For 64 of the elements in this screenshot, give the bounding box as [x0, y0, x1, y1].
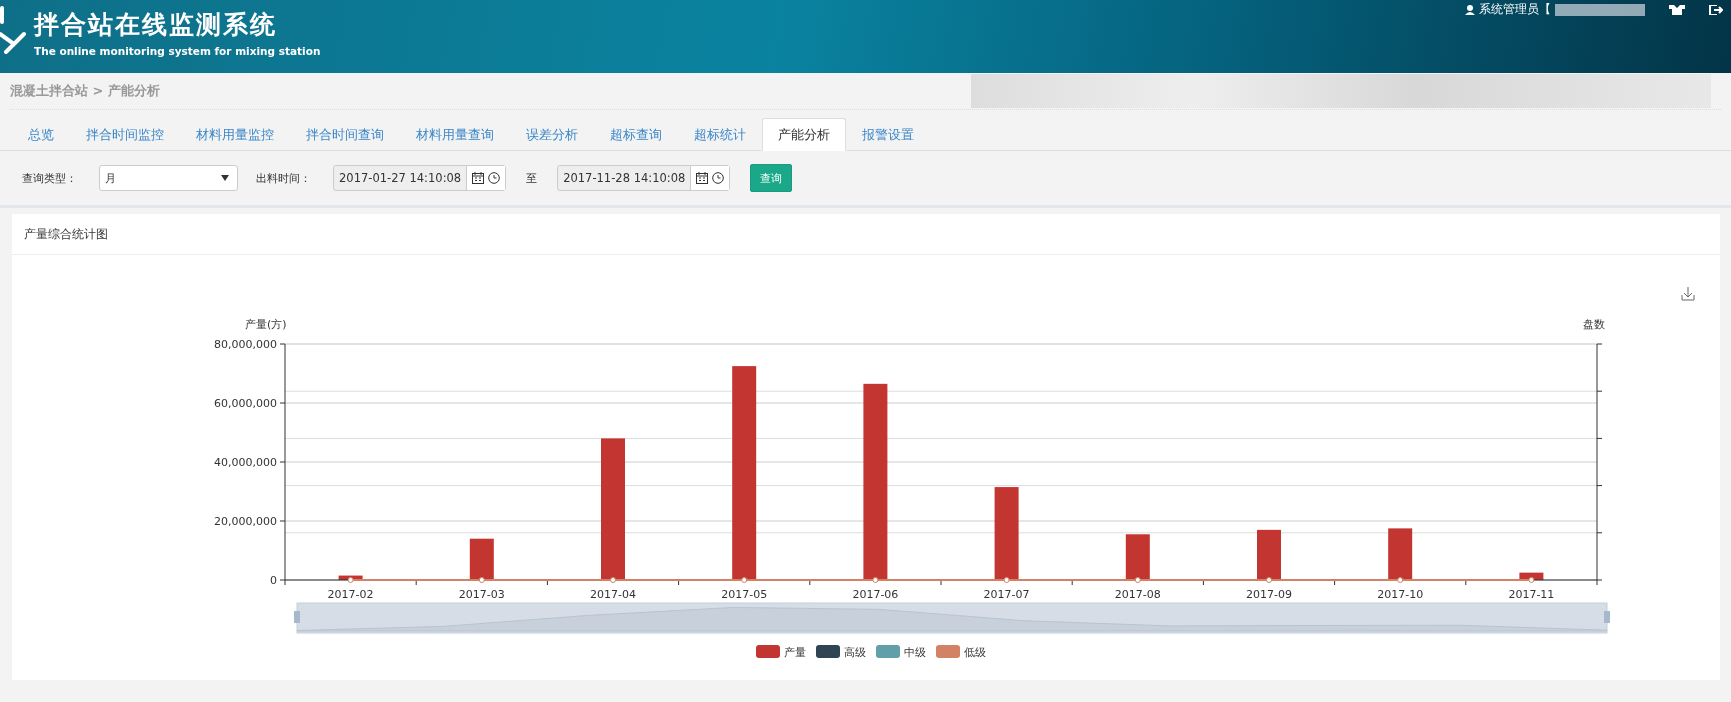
user-icon [1465, 4, 1475, 15]
nav-tab[interactable]: 材料用量查询 [400, 118, 510, 151]
bar [1257, 529, 1281, 580]
y-tick-label: 80,000,000 [214, 338, 277, 351]
user-label: 系统管理员【 [1479, 1, 1551, 18]
panel-title: 产量综合统计图 [12, 214, 1720, 255]
shirt-icon[interactable] [1669, 4, 1685, 15]
query-button[interactable]: 查询 [750, 164, 793, 192]
line-point [1528, 577, 1535, 583]
nav-tab[interactable]: 总览 [12, 118, 70, 151]
y-tick-label: 40,000,000 [214, 456, 277, 469]
nav-tab[interactable]: 报警设置 [846, 118, 930, 151]
bar [1125, 534, 1150, 580]
download-icon[interactable] [1681, 286, 1695, 301]
legend-label: 产量 [784, 646, 806, 659]
to-label: 至 [526, 170, 538, 186]
nav-tab[interactable]: 产能分析 [762, 118, 846, 151]
x-tick-label: 2017-06 [852, 588, 899, 601]
nav-tab[interactable]: 材料用量监控 [180, 118, 290, 151]
x-tick-label: 2017-04 [590, 588, 636, 601]
wrench-icon [0, 4, 28, 54]
legend-item[interactable]: 中级 [876, 645, 926, 659]
nav-tab[interactable]: 超标统计 [678, 118, 762, 151]
x-tick-label: 2017-03 [458, 588, 505, 601]
calendar-icon[interactable] [696, 172, 709, 184]
x-tick-label: 2017-07 [983, 588, 1030, 601]
calendar-icon[interactable] [472, 172, 485, 184]
bar [469, 538, 494, 580]
x-tick-label: 2017-02 [327, 588, 374, 601]
clock-icon[interactable] [712, 172, 725, 184]
line-point [347, 577, 354, 583]
time-label: 出料时间： [256, 170, 311, 186]
end-time-field[interactable]: 2017-11-28 14:10:08 [557, 165, 731, 191]
right-axis-title: 盘数 [1583, 318, 1605, 331]
range-slider[interactable] [294, 602, 1610, 634]
nav-tab[interactable]: 误差分析 [510, 118, 594, 151]
bar [1388, 528, 1413, 580]
clock-icon[interactable] [488, 172, 501, 184]
legend-label: 高级 [844, 646, 866, 659]
legend-item[interactable]: 低级 [936, 645, 986, 659]
legend-label: 中级 [904, 646, 926, 659]
query-type-label: 查询类型： [22, 170, 77, 186]
breadcrumb: 混凝土拌合站 > 产能分析 [10, 82, 160, 100]
nav-tab[interactable]: 拌合时间监控 [70, 118, 180, 151]
legend-item[interactable]: 高级 [816, 645, 866, 659]
x-tick-label: 2017-11 [1508, 588, 1555, 601]
query-type-select[interactable]: 月 [99, 165, 238, 191]
system-title: 拌合站在线监测系统 [34, 9, 278, 41]
nav-tab[interactable]: 超标查询 [594, 118, 678, 151]
legend-item[interactable]: 产量 [756, 645, 806, 659]
system-subtitle: The online monitoring system for mixing station [34, 45, 321, 57]
x-tick-label: 2017-08 [1114, 588, 1161, 601]
x-tick-label: 2017-09 [1246, 588, 1292, 601]
legend-label: 低级 [964, 646, 986, 659]
nav-tab[interactable]: 拌合时间查询 [290, 118, 400, 151]
start-time-field[interactable]: 2017-01-27 14:10:08 [333, 165, 507, 191]
y-tick-label: 20,000,000 [214, 515, 277, 528]
y-tick-label: 60,000,000 [214, 397, 277, 410]
caret-icon [221, 175, 229, 181]
logout-icon[interactable] [1709, 4, 1723, 15]
y-tick-label: 0 [270, 574, 277, 587]
y-axis-title: 产量(方) [245, 318, 287, 331]
x-tick-label: 2017-05 [721, 588, 768, 601]
x-tick-label: 2017-10 [1377, 588, 1424, 601]
